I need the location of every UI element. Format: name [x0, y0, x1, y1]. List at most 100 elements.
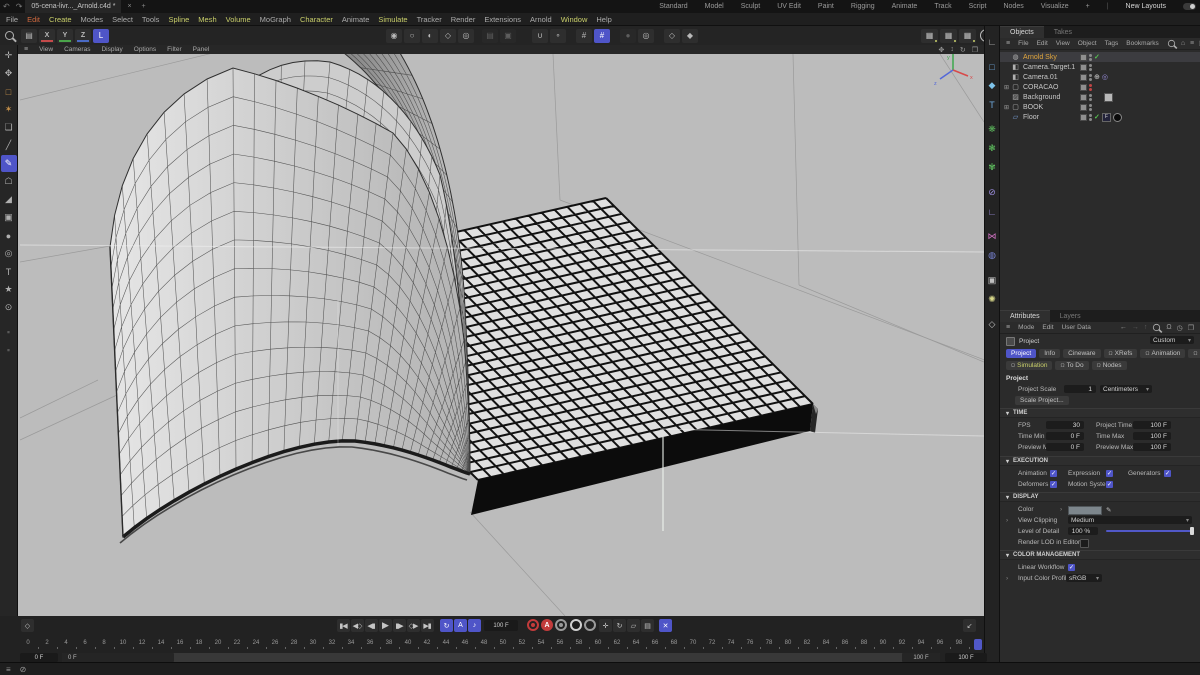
objects-menu-edit[interactable]: Edit	[1037, 40, 1048, 47]
viewport-menu-view[interactable]: View	[39, 46, 53, 53]
layout-tab-script[interactable]: Script	[969, 3, 987, 10]
orbit-icon[interactable]: ↻	[960, 46, 966, 54]
menu-animate[interactable]: Animate	[342, 15, 370, 24]
paint-selection-icon[interactable]: ◐	[422, 29, 438, 43]
linear-workflow-checkbox[interactable]: ✓	[1068, 564, 1075, 571]
visibility-dots[interactable]	[1089, 54, 1092, 61]
layer-chip[interactable]	[1080, 94, 1087, 101]
menu-tracker[interactable]: Tracker	[417, 15, 442, 24]
frame-ruler[interactable]: 0246810121416182022242628303234363840424…	[0, 638, 984, 652]
enabled-check-icon[interactable]: ✓	[1094, 53, 1100, 61]
preview-range-bar[interactable]: 0 F 100 F	[62, 653, 940, 662]
axis-mode-icon[interactable]: ◆	[682, 29, 698, 43]
dolly-icon[interactable]: ↕	[950, 46, 954, 54]
tab-layers[interactable]: Layers	[1050, 311, 1091, 322]
visibility-dots[interactable]	[1089, 94, 1092, 101]
visibility-dots-off[interactable]	[1089, 84, 1092, 91]
menu-render[interactable]: Render	[451, 15, 476, 24]
object-row-background[interactable]: ▨ Background	[1000, 92, 1200, 102]
record-rotation-icon[interactable]: ↻	[613, 619, 626, 632]
document-start-field[interactable]: 0 F	[20, 653, 58, 662]
layout-tab-rigging[interactable]: Rigging	[851, 3, 875, 10]
time-min-field[interactable]: 0 F	[1046, 432, 1084, 440]
spline-text-icon[interactable]: T	[985, 95, 999, 114]
project-scale-field[interactable]: 1	[1064, 385, 1096, 393]
lod-field[interactable]: 100 %	[1068, 527, 1098, 535]
fill-tool-icon[interactable]: ▣	[1, 209, 17, 226]
objects-hamburger-icon[interactable]: ≡	[1006, 40, 1010, 47]
objects-menu-object[interactable]: Object	[1078, 40, 1097, 47]
objects-menu-view[interactable]: View	[1056, 40, 1070, 47]
close-tab-icon[interactable]: ×	[127, 3, 131, 10]
compositing-tag-icon[interactable]: F	[1102, 113, 1111, 122]
pin-tool-icon[interactable]: ◎	[1, 245, 17, 262]
layout-tab-track[interactable]: Track	[934, 3, 951, 10]
preview-max-field[interactable]: 100 F	[1133, 443, 1171, 451]
document-tab[interactable]: 05-cena-livr..._Arnold.c4d *	[25, 0, 121, 13]
menu-character[interactable]: Character	[300, 15, 333, 24]
transform-frame-icon[interactable]: ❏	[1, 119, 17, 136]
selection-filter-icon[interactable]: ◎	[458, 29, 474, 43]
menu-create[interactable]: Create	[49, 15, 72, 24]
eyedropper-icon[interactable]: ✎	[1106, 506, 1111, 514]
layout-tab-uvedit[interactable]: UV Edit	[777, 3, 801, 10]
visibility-dots[interactable]	[1089, 64, 1092, 71]
menu-volume[interactable]: Volume	[226, 15, 251, 24]
tab-xrefs[interactable]: ΩXRefs	[1104, 349, 1138, 358]
stamp-tool-icon[interactable]: ☖	[1, 173, 17, 190]
line-tool-icon[interactable]: ╱	[1, 137, 17, 154]
viewport-3d[interactable]: xyz	[18, 54, 984, 616]
keyframe-marker-icon[interactable]: ◇	[21, 619, 34, 632]
color-expand-icon[interactable]: ›	[1060, 506, 1062, 513]
material-tag-icon[interactable]	[1113, 113, 1122, 122]
tab-nodes[interactable]: ΩNodes	[1092, 361, 1127, 370]
layer-chip[interactable]	[1080, 64, 1087, 71]
axis-x-button[interactable]: X	[39, 29, 55, 43]
search-icon[interactable]	[5, 31, 14, 40]
attributes-menu-mode[interactable]: Mode	[1018, 324, 1034, 331]
enabled-check-icon[interactable]: ✓	[1094, 113, 1100, 121]
attributes-hamburger-icon[interactable]: ≡	[1006, 324, 1010, 331]
object-row-camera-target[interactable]: ◧ Camera.Target.1	[1000, 62, 1200, 72]
history-fwd-icon[interactable]: →	[1132, 324, 1139, 331]
prev-frame-button[interactable]: ◀▮	[365, 619, 378, 632]
eraser-tool-icon[interactable]: ◢	[1, 191, 17, 208]
layout-tab-standard[interactable]: Standard	[659, 3, 687, 10]
field-icon[interactable]: ⊘	[985, 183, 999, 202]
menu-mograph[interactable]: MoGraph	[260, 15, 291, 24]
snap-toggle-icon[interactable]: ∪	[532, 29, 548, 43]
menu-simulate[interactable]: Simulate	[378, 15, 407, 24]
play-button[interactable]: ▶	[379, 619, 392, 632]
layout-tab-sculpt[interactable]: Sculpt	[741, 3, 760, 10]
objects-filter-icon[interactable]: ≡	[1190, 40, 1194, 47]
history-back-icon[interactable]: ←	[1120, 324, 1127, 331]
record-keyframe-button[interactable]	[527, 619, 539, 631]
layer-chip[interactable]	[1080, 104, 1087, 111]
deformers-checkbox[interactable]: ✓	[1050, 481, 1057, 488]
input-profile-dropdown[interactable]: sRGB▾	[1066, 574, 1102, 582]
viewport-menu-filter[interactable]: Filter	[167, 46, 181, 53]
object-row-floor[interactable]: ▱ Floor ✓F	[1000, 112, 1200, 122]
project-scale-unit-dropdown[interactable]: Centimeters▾	[1100, 385, 1152, 393]
menu-arnold[interactable]: Arnold	[530, 15, 552, 24]
layer-chip[interactable]	[1080, 74, 1087, 81]
mode-a-icon[interactable]: ●	[620, 29, 636, 43]
render-view-icon[interactable]: ▦	[921, 29, 938, 43]
muted-tool-a-icon[interactable]: ▤	[482, 29, 498, 43]
expression-checkbox[interactable]: ✓	[1106, 470, 1113, 477]
tab-cineware[interactable]: Cineware	[1063, 349, 1100, 358]
menu-edit[interactable]: Edit	[27, 15, 40, 24]
lock-icon[interactable]: Ω	[1166, 324, 1171, 331]
time-max-field[interactable]: 100 F	[1133, 432, 1171, 440]
lod-slider[interactable]	[1106, 530, 1192, 532]
mograph-icon[interactable]: ⋈	[985, 227, 999, 246]
new-tab-icon[interactable]: +	[142, 3, 146, 10]
preview-min-field[interactable]: 0 F	[1046, 443, 1084, 451]
next-frame-button[interactable]: ▮▶	[393, 619, 406, 632]
muted-slot-b-icon[interactable]: ▪	[1, 341, 17, 358]
menu-mesh[interactable]: Mesh	[198, 15, 216, 24]
menu-modes[interactable]: Modes	[81, 15, 104, 24]
display-section-header[interactable]: ▾DISPLAY	[1000, 492, 1200, 502]
layout-tab-animate[interactable]: Animate	[892, 3, 918, 10]
track-select-icon[interactable]: ✛	[1, 47, 17, 64]
